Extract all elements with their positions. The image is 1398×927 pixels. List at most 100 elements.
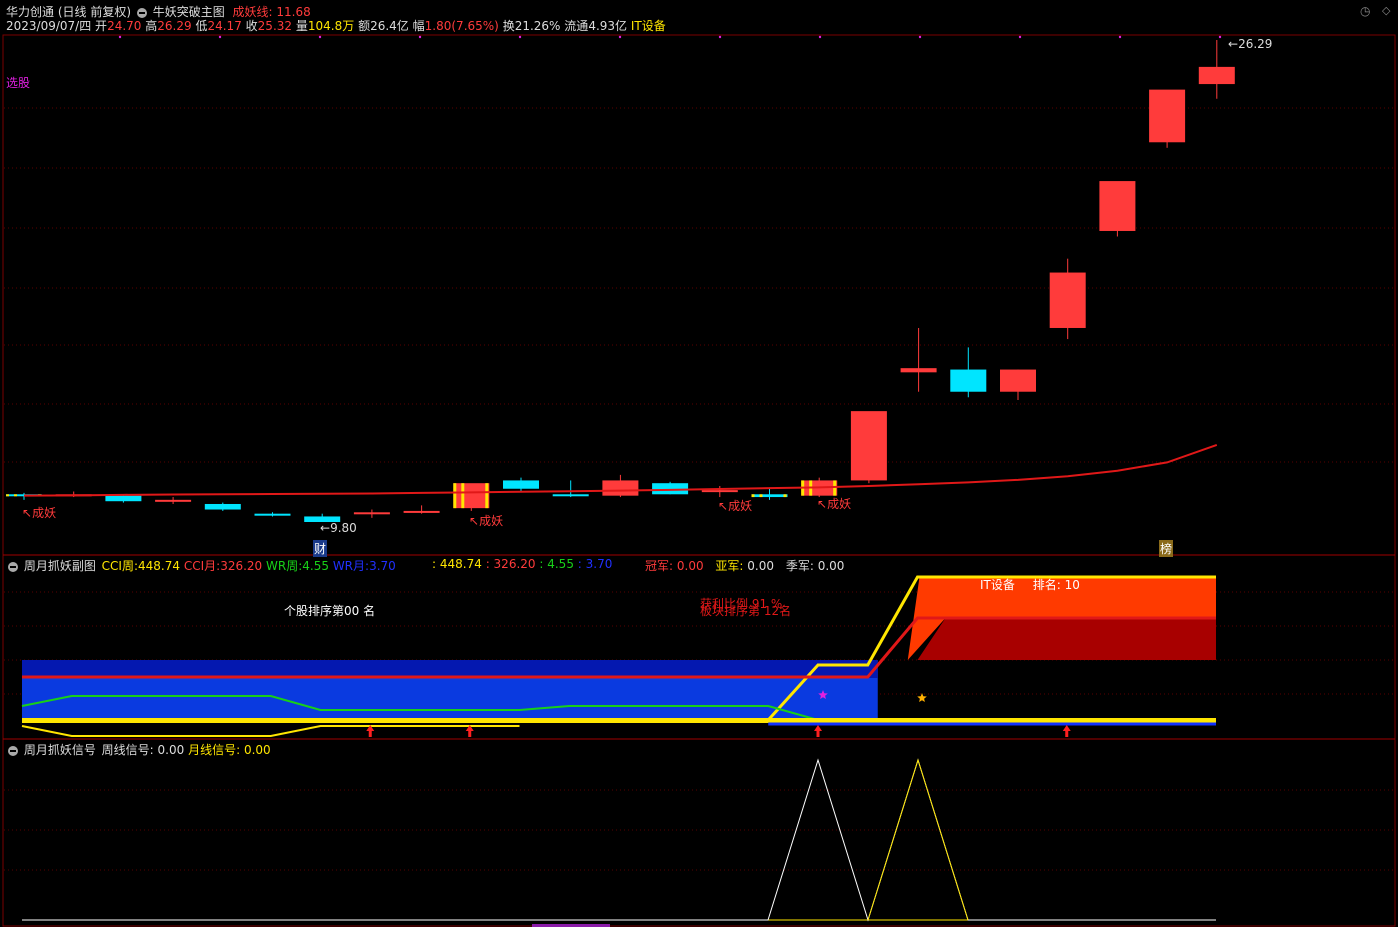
runner-value: 0.00	[747, 559, 775, 573]
third-label: 季军:	[785, 559, 814, 573]
candle-body	[950, 369, 987, 392]
week-signal-line	[22, 758, 1216, 922]
rank-suffix: 名	[363, 604, 376, 618]
clock-icon[interactable]: ◷	[1360, 4, 1370, 18]
amount-value: 26.4亿	[370, 19, 409, 33]
high-marker-value: 26.29	[1238, 37, 1273, 51]
third-value: 0.00	[817, 559, 845, 573]
vol-label: 量	[295, 19, 308, 33]
marker-dot	[1118, 35, 1122, 39]
candle-highlight	[6, 494, 9, 497]
wr-month-label: WR月:	[332, 559, 370, 573]
marker-dot	[518, 35, 522, 39]
rank-prefix: 个股排序第	[284, 604, 345, 618]
up-arrow-icon	[814, 725, 822, 737]
low-marker-value: 9.80	[330, 521, 357, 535]
wr-area-top	[22, 660, 878, 678]
close-value: 25.32	[257, 19, 293, 33]
marker-dot	[418, 35, 422, 39]
candle-body	[403, 510, 440, 513]
turnover-label: 换	[502, 19, 515, 33]
tag-text: 成妖	[827, 497, 852, 511]
change-label: 幅	[412, 19, 425, 33]
candle-highlight	[461, 483, 465, 509]
cci-month-value: 326.20	[220, 559, 263, 573]
cci-month-area	[917, 618, 1216, 660]
tag-cheng-yao-2: ↖成妖	[469, 514, 504, 528]
sector-rank-value: 10	[1064, 578, 1080, 592]
eye-icon[interactable]	[136, 7, 147, 18]
candle-body	[254, 513, 291, 516]
runner-label: 亚军:	[715, 559, 744, 573]
candle-body	[453, 483, 490, 509]
candle-body	[602, 480, 639, 496]
eye-icon[interactable]	[8, 745, 18, 756]
marker-dot	[1218, 35, 1222, 39]
cci-week-value: 448.74	[138, 559, 181, 573]
candle-body	[900, 368, 937, 373]
high-marker-arrow: ←	[1228, 37, 1239, 51]
sub1-title[interactable]: 周月抓妖副图	[24, 559, 96, 573]
v4: : 3.70	[577, 557, 613, 571]
float-label: 流通	[564, 19, 589, 33]
candle-body	[1099, 181, 1136, 231]
month-signal-label: 月线信号:	[188, 743, 241, 757]
tag-cheng-yao-1: ↖成妖	[22, 506, 57, 520]
close-label: 收	[245, 19, 258, 33]
eye-icon[interactable]	[8, 561, 18, 572]
tag-text: 成妖	[728, 499, 753, 513]
week-signal-label: 周线信号:	[101, 743, 154, 757]
candle-highlight	[485, 483, 489, 509]
header-line-2: 2023/09/07/四 开24.70 高26.29 低24.17 收25.32…	[6, 17, 666, 34]
sub2-title[interactable]: 周月抓妖信号	[24, 743, 96, 757]
candle-body	[1198, 66, 1235, 85]
rank-tag[interactable]: 榜	[1159, 540, 1174, 557]
frame-border	[2, 34, 1396, 927]
v3: : 4.55	[539, 557, 574, 571]
star-icon	[917, 693, 927, 702]
baseline-band	[22, 718, 1216, 723]
turnover-value: 21.26%	[514, 19, 561, 33]
open-value: 24.70	[107, 19, 142, 33]
marker-dot	[618, 35, 622, 39]
tag-text: 成妖	[32, 506, 57, 520]
month-signal-value: 0.00	[243, 743, 271, 757]
finance-tag[interactable]: 财	[313, 540, 328, 557]
cci-week-label: CCI周:	[101, 559, 139, 573]
candle-body	[850, 411, 887, 481]
low-value: 24.17	[207, 19, 242, 33]
wr-week-value: 4.55	[302, 559, 329, 573]
candle-highlight	[759, 494, 763, 498]
open-label: 开	[95, 19, 108, 33]
candle-highlight	[783, 494, 787, 498]
sector-rank-label: 排名:	[1032, 578, 1061, 592]
marker-dot	[218, 35, 222, 39]
select-label[interactable]: 选股	[6, 74, 30, 91]
tag-cheng-yao-4: ↖成妖	[817, 497, 852, 511]
rank-number: 00	[344, 604, 360, 618]
sector-value[interactable]: IT设备	[631, 19, 666, 33]
high-marker: ←26.29	[1228, 37, 1272, 51]
change-value: 1.80(7.65%)	[424, 19, 499, 33]
up-arrow-icon	[1062, 725, 1071, 737]
low-marker: ←9.80	[320, 521, 357, 535]
low-label: 低	[195, 19, 208, 33]
marker-dot	[718, 35, 722, 39]
sub1-header: 周月抓妖副图 CCI周:448.74 CCI月:326.20 WR周:4.55 …	[6, 557, 396, 574]
candle-body	[503, 480, 539, 489]
marker-dot	[818, 35, 822, 39]
month-signal-peak	[867, 758, 969, 921]
high-label: 高	[145, 19, 158, 33]
candle-highlight	[833, 480, 837, 496]
diamond-icon[interactable]: ◇	[1382, 4, 1390, 17]
sector-rank-text: 板块排序第 12名	[700, 604, 792, 618]
low-marker-arrow: ←	[320, 521, 331, 535]
marker-dot	[318, 35, 322, 39]
candle-body	[155, 499, 192, 502]
amount-label: 额	[358, 19, 371, 33]
cci-month-label: CCI月:	[183, 559, 221, 573]
candle-body	[1000, 369, 1036, 392]
candle-highlight	[14, 494, 17, 497]
sector-label: IT设备	[980, 578, 1015, 592]
medals: 冠军: 0.00 亚军: 0.00 季军: 0.00	[645, 557, 844, 574]
